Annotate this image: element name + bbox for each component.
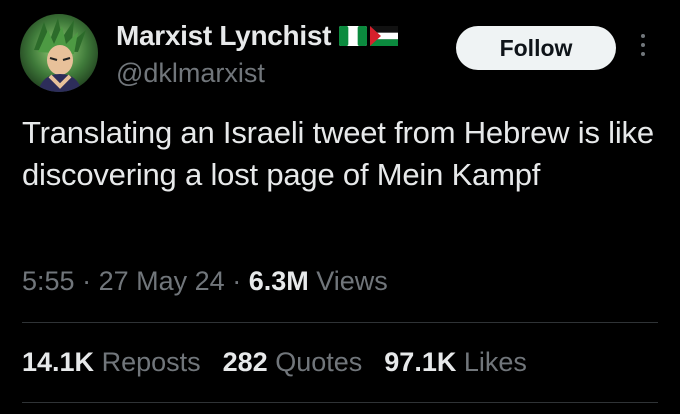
author-handle[interactable]: @dklmarxist [116, 58, 265, 89]
reposts-count: 14.1K [22, 347, 95, 377]
quotes-count: 282 [222, 347, 268, 377]
meta-separator: · [82, 266, 92, 296]
views-label: Views [316, 266, 388, 296]
follow-button[interactable]: Follow [456, 26, 616, 70]
tweet-time[interactable]: 5:55 [22, 266, 75, 296]
meta-separator: · [232, 266, 242, 296]
tweet-date[interactable]: 27 May 24 [99, 266, 225, 296]
avatar[interactable] [20, 14, 98, 92]
divider [22, 402, 658, 403]
likes-stat[interactable]: 97.1K Likes [384, 347, 527, 378]
more-options-icon[interactable] [636, 34, 650, 64]
flags [339, 26, 399, 46]
likes-label: Likes [463, 347, 527, 377]
avatar-image [20, 14, 98, 92]
divider [22, 322, 658, 323]
quotes-label: Quotes [275, 347, 363, 377]
reposts-label: Reposts [101, 347, 201, 377]
author-display-name[interactable]: Marxist Lynchist [116, 20, 331, 52]
tweet-meta: 5:55 · 27 May 24 · 6.3M Views [22, 266, 388, 297]
quotes-stat[interactable]: 282 Quotes [223, 347, 363, 378]
reposts-stat[interactable]: 14.1K Reposts [22, 347, 201, 378]
palestine-flag-icon [370, 26, 399, 46]
likes-count: 97.1K [384, 347, 457, 377]
views-count: 6.3M [248, 266, 309, 296]
author-name-row: Marxist Lynchist [116, 20, 399, 52]
engagement-stats: 14.1K Reposts 282 Quotes 97.1K Likes [22, 347, 549, 378]
nigeria-flag-icon [339, 26, 368, 46]
tweet-text: Translating an Israeli tweet from Hebrew… [22, 115, 654, 192]
